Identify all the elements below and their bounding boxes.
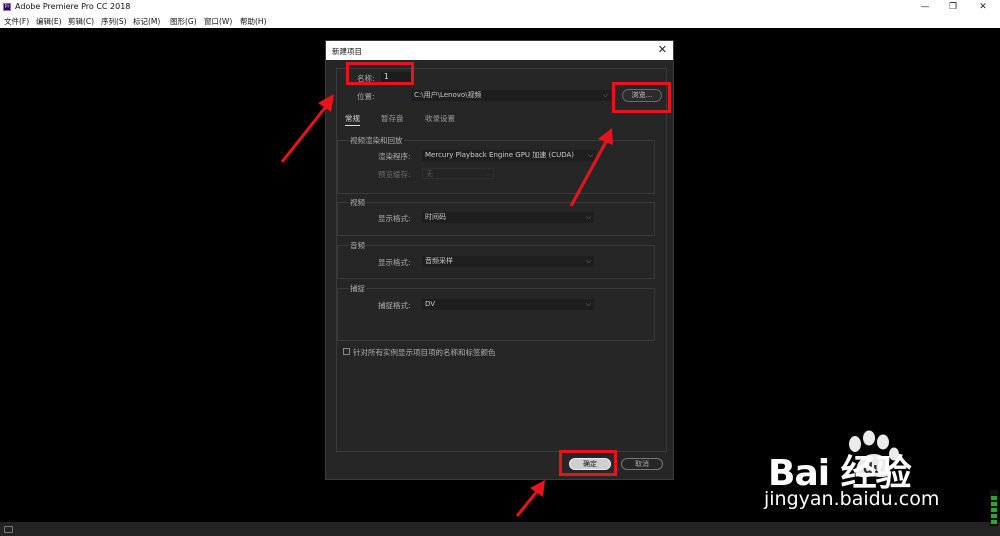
status-bar <box>0 522 1000 536</box>
watermark-url: jingyan.baidu.com <box>764 488 940 510</box>
arrow-to-name-field <box>280 103 330 163</box>
arrow-to-ok-button <box>515 489 540 517</box>
arrow-to-browse-button <box>569 139 609 207</box>
audio-level-meter <box>990 490 998 526</box>
arrow-head-ok <box>530 480 545 497</box>
status-message-icon <box>4 526 13 533</box>
arrow-head-name <box>318 94 334 112</box>
